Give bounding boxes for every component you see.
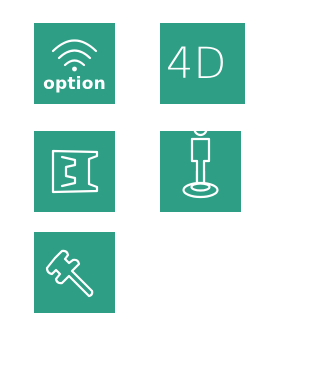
4d-tile[interactable]: 4D [160, 23, 245, 104]
service-tile[interactable] [34, 232, 115, 313]
seat-profile-icon [51, 149, 99, 194]
option-label: option [43, 74, 106, 94]
4d-label: 4D [166, 39, 227, 89]
option-tile[interactable]: option [34, 23, 115, 104]
user-position-tile[interactable] [160, 121, 241, 212]
seat-system-tile[interactable] [34, 131, 115, 212]
wrench-icon [45, 249, 94, 298]
person-on-target-icon [182, 121, 219, 199]
